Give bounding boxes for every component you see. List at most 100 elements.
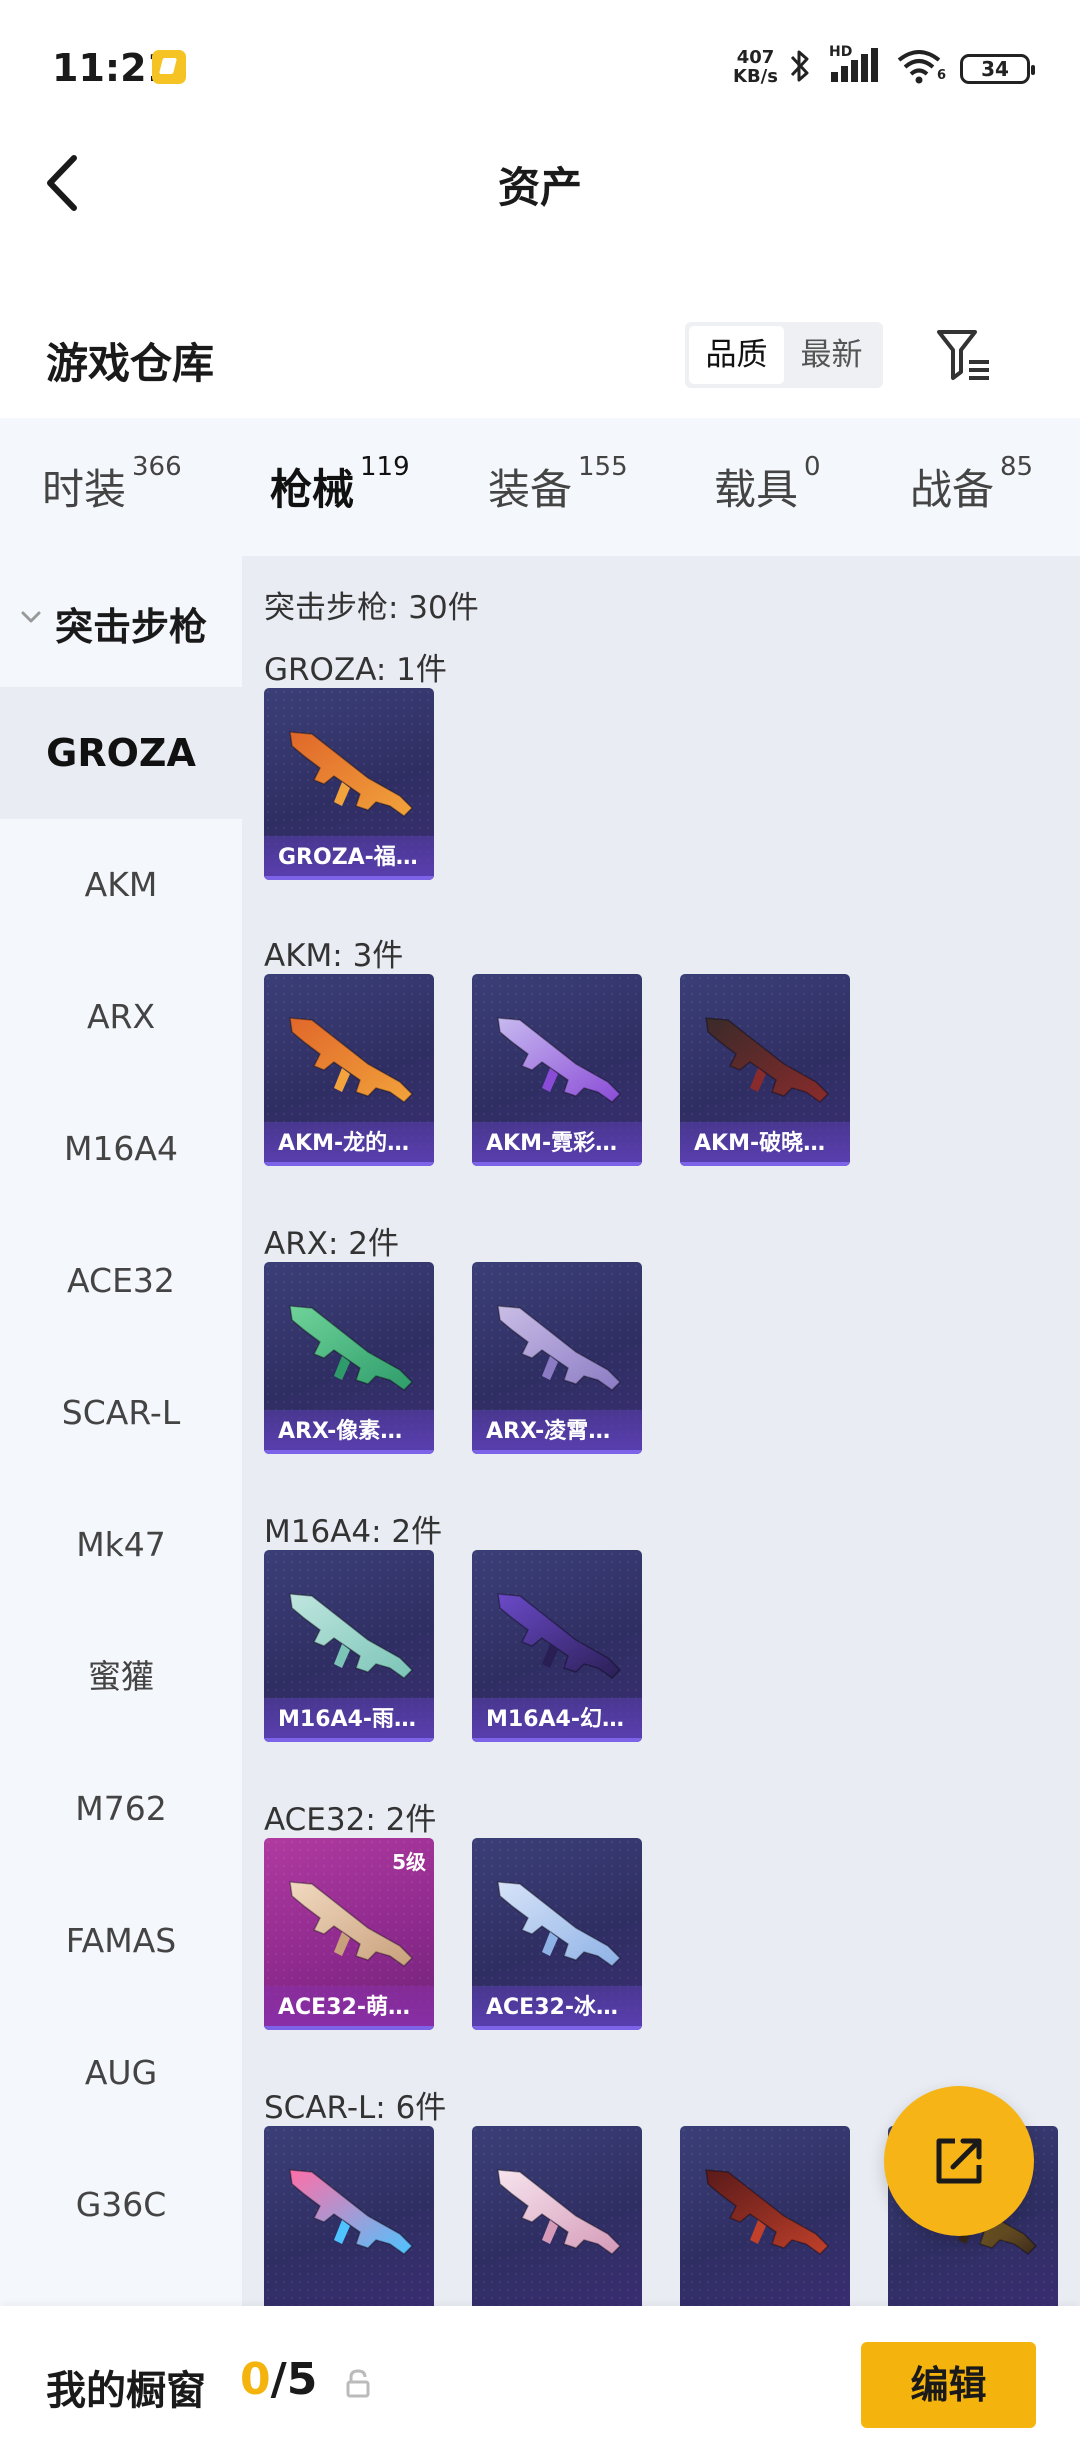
weapon-image xyxy=(497,1593,622,1679)
tab-label: 时装 xyxy=(42,465,127,514)
weapon-sidebar: 突击步枪 GROZA AKM ARX M16A4 ACE32 SCAR-L Mk… xyxy=(0,556,242,2306)
weapon-shape xyxy=(289,1593,414,1679)
sort-newest[interactable]: 最新 xyxy=(784,326,879,384)
weapon-name: ARX-像素花束 xyxy=(264,1410,434,1454)
weapon-card[interactable]: ACE32-冰… xyxy=(472,1838,642,2030)
weapon-name: ARX-凌霄紫焰 xyxy=(472,1410,642,1454)
tab-fashion[interactable]: 时装 366 xyxy=(42,452,182,517)
showcase-count: 0/5 xyxy=(240,2354,317,2405)
weapon-card[interactable]: AKM-霓彩… xyxy=(472,974,642,1166)
tab-count: 0 xyxy=(804,452,821,482)
sidebar-item-arx[interactable]: ARX xyxy=(0,951,242,1083)
status-icons: HD 6 xyxy=(785,44,949,88)
tab-guns[interactable]: 枪械 119 xyxy=(270,452,410,564)
weapon-shape xyxy=(289,2169,414,2255)
network-speed: 407 KB/s xyxy=(733,48,778,86)
showcase-title: 我的橱窗 xyxy=(46,2368,206,2414)
sort-quality[interactable]: 品质 xyxy=(689,326,784,384)
weapon-card[interactable]: ARX-像素花束 xyxy=(264,1262,434,1454)
sidebar-item-famas[interactable]: FAMAS xyxy=(0,1875,242,2007)
wifi-label: 6 xyxy=(937,68,947,83)
weapon-name: ACE32-萌… xyxy=(264,1986,434,2030)
sidebar-item-honey-badger[interactable]: 蜜獾 xyxy=(0,1611,242,1743)
weapon-card[interactable]: ARX-凌霄紫焰 xyxy=(472,1262,642,1454)
weapon-shape xyxy=(705,1017,830,1103)
edit-button[interactable]: 编辑 xyxy=(861,2342,1036,2428)
filter-icon[interactable] xyxy=(935,326,993,384)
sidebar-item-g36c[interactable]: G36C xyxy=(0,2139,242,2271)
weapon-image xyxy=(705,1017,830,1103)
weapon-image xyxy=(289,1017,414,1103)
weapon-shape xyxy=(497,1305,622,1391)
tab-label: 装备 xyxy=(488,465,573,514)
weapon-shape xyxy=(289,731,414,817)
weapon-card[interactable] xyxy=(472,2126,642,2306)
showcase-total: /5 xyxy=(270,2354,318,2405)
weapon-card[interactable] xyxy=(680,2126,850,2306)
weapon-card[interactable]: M16A4-雨… xyxy=(264,1550,434,1742)
weapon-image xyxy=(497,1881,622,1967)
group-label: GROZA: 1件 xyxy=(264,652,447,688)
weapon-shape xyxy=(289,1017,414,1103)
lock-icon xyxy=(346,2369,370,2398)
weapon-name: M16A4-雨… xyxy=(264,1698,434,1742)
tab-count: 85 xyxy=(1000,452,1034,482)
weapon-image xyxy=(497,1017,622,1103)
sidebar-item-aug[interactable]: AUG xyxy=(0,2007,242,2139)
chevron-down-icon xyxy=(21,611,41,623)
share-icon xyxy=(936,2138,982,2184)
notification-app-icon xyxy=(152,50,186,84)
showcase-bar: 我的橱窗 0/5 编辑 xyxy=(0,2306,1080,2460)
tab-count: 155 xyxy=(578,452,628,482)
page-header: 资产 xyxy=(0,130,1080,240)
weapon-image xyxy=(497,2169,622,2255)
tab-label: 载具 xyxy=(714,465,799,514)
sidebar-item-scar-l[interactable]: SCAR-L xyxy=(0,1347,242,1479)
sidebar-item-groza[interactable]: GROZA xyxy=(0,687,242,819)
weapon-name: M16A4-幻… xyxy=(472,1698,642,1742)
weapon-image xyxy=(289,731,414,817)
weapon-card[interactable]: GROZA-福… xyxy=(264,688,434,880)
weapon-shape xyxy=(705,2169,830,2255)
weapon-card[interactable]: M16A4-幻… xyxy=(472,1550,642,1742)
weapon-image xyxy=(705,2169,830,2255)
warehouse-header: 游戏仓库 品质 最新 xyxy=(0,300,1080,410)
weapon-name: AKM-破晓… xyxy=(680,1122,850,1166)
sidebar-item-m762[interactable]: M762 xyxy=(0,1743,242,1875)
bluetooth-icon xyxy=(790,50,809,82)
tab-equipment[interactable]: 装备 155 xyxy=(488,452,628,517)
wifi-icon: 6 xyxy=(895,46,949,86)
weapon-list: 突击步枪: 30件 GROZA: 1件 GROZA-福… AKM: 3件 AKM-龙的… xyxy=(242,556,1080,2306)
tab-count: 366 xyxy=(132,452,182,482)
weapon-image xyxy=(289,1305,414,1391)
group-label: SCAR-L: 6件 xyxy=(264,2090,447,2126)
card-accent-bar xyxy=(264,2026,434,2030)
weapon-card[interactable]: AKM-破晓… xyxy=(680,974,850,1166)
weapon-name: AKM-霓彩… xyxy=(472,1122,642,1166)
tab-label: 枪械 xyxy=(270,465,355,514)
weapon-shape xyxy=(497,2169,622,2255)
card-accent-bar xyxy=(264,1162,434,1166)
weapon-card[interactable]: AKM-龙的… xyxy=(264,974,434,1166)
weapon-shape xyxy=(289,1305,414,1391)
category-header[interactable]: 突击步枪 xyxy=(0,556,242,686)
card-accent-bar xyxy=(472,1450,642,1454)
tab-vehicles[interactable]: 载具 0 xyxy=(714,452,821,517)
weapon-card[interactable]: 5级 ACE32-萌… xyxy=(264,1838,434,2030)
status-bar: 11:21 407 KB/s HD 6 34 xyxy=(0,0,1080,130)
sidebar-item-mk47[interactable]: Mk47 xyxy=(0,1479,242,1611)
weapon-name: GROZA-福… xyxy=(264,836,434,880)
weapon-shape xyxy=(289,1881,414,1967)
card-accent-bar xyxy=(680,1162,850,1166)
weapon-name: ACE32-冰… xyxy=(472,1986,642,2030)
card-accent-bar xyxy=(472,1738,642,1742)
weapon-name: AKM-龙的… xyxy=(264,1122,434,1166)
card-accent-bar xyxy=(264,1738,434,1742)
tab-supplies[interactable]: 战备 85 xyxy=(910,452,1033,517)
weapon-image xyxy=(497,1305,622,1391)
share-button[interactable] xyxy=(884,2086,1034,2236)
sidebar-item-akm[interactable]: AKM xyxy=(0,819,242,951)
sidebar-item-m16a4[interactable]: M16A4 xyxy=(0,1083,242,1215)
sidebar-item-ace32[interactable]: ACE32 xyxy=(0,1215,242,1347)
weapon-card[interactable] xyxy=(264,2126,434,2306)
